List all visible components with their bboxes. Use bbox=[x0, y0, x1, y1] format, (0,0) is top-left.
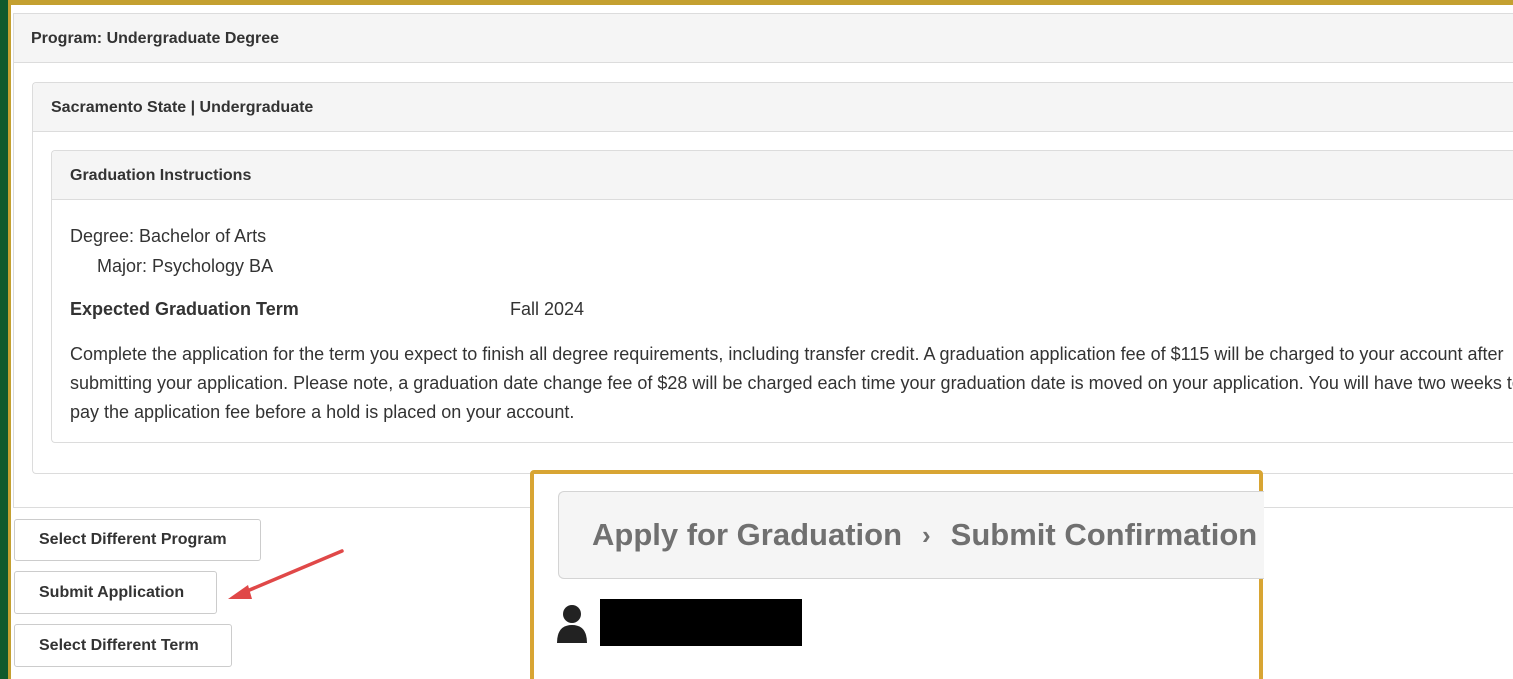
expected-term-label: Expected Graduation Term bbox=[70, 299, 299, 319]
major-text: Major: Psychology BA bbox=[97, 256, 274, 276]
breadcrumb-separator: › bbox=[922, 519, 931, 550]
degree-text: Degree: Bachelor of Arts bbox=[70, 226, 267, 246]
page: Program: Undergraduate Degree Sacramento… bbox=[8, 0, 1513, 679]
instructions-panel: Graduation Instructions Degree: Bachelor… bbox=[51, 150, 1513, 443]
red-arrow-annotation bbox=[228, 549, 344, 599]
select-different-program-button[interactable]: Select Different Program bbox=[14, 519, 261, 561]
expected-term-row: Expected Graduation Term Fall 2024 bbox=[70, 299, 1513, 319]
institution-heading: Sacramento State | Undergraduate bbox=[33, 83, 1513, 132]
user-row bbox=[555, 599, 802, 646]
redacted-name bbox=[600, 599, 802, 646]
user-icon bbox=[557, 604, 587, 643]
breadcrumb: Apply for Graduation › Submit Confirmati… bbox=[558, 491, 1264, 579]
submit-application-button[interactable]: Submit Application bbox=[14, 571, 217, 614]
instructions-heading: Graduation Instructions bbox=[52, 151, 1513, 200]
instructions-body: Degree: Bachelor of Arts Major: Psycholo… bbox=[52, 200, 1513, 427]
confirmation-callout: Apply for Graduation › Submit Confirmati… bbox=[530, 470, 1264, 679]
breadcrumb-parent[interactable]: Apply for Graduation bbox=[592, 517, 902, 553]
select-different-term-button[interactable]: Select Different Term bbox=[14, 624, 232, 667]
expected-term-value: Fall 2024 bbox=[510, 299, 585, 319]
program-heading: Program: Undergraduate Degree bbox=[14, 14, 1513, 63]
instructions-text: Complete the application for the term yo… bbox=[70, 344, 1513, 422]
breadcrumb-current: Submit Confirmation bbox=[950, 517, 1258, 552]
program-panel: Program: Undergraduate Degree Sacramento… bbox=[13, 13, 1513, 508]
institution-panel: Sacramento State | Undergraduate Graduat… bbox=[32, 82, 1513, 474]
